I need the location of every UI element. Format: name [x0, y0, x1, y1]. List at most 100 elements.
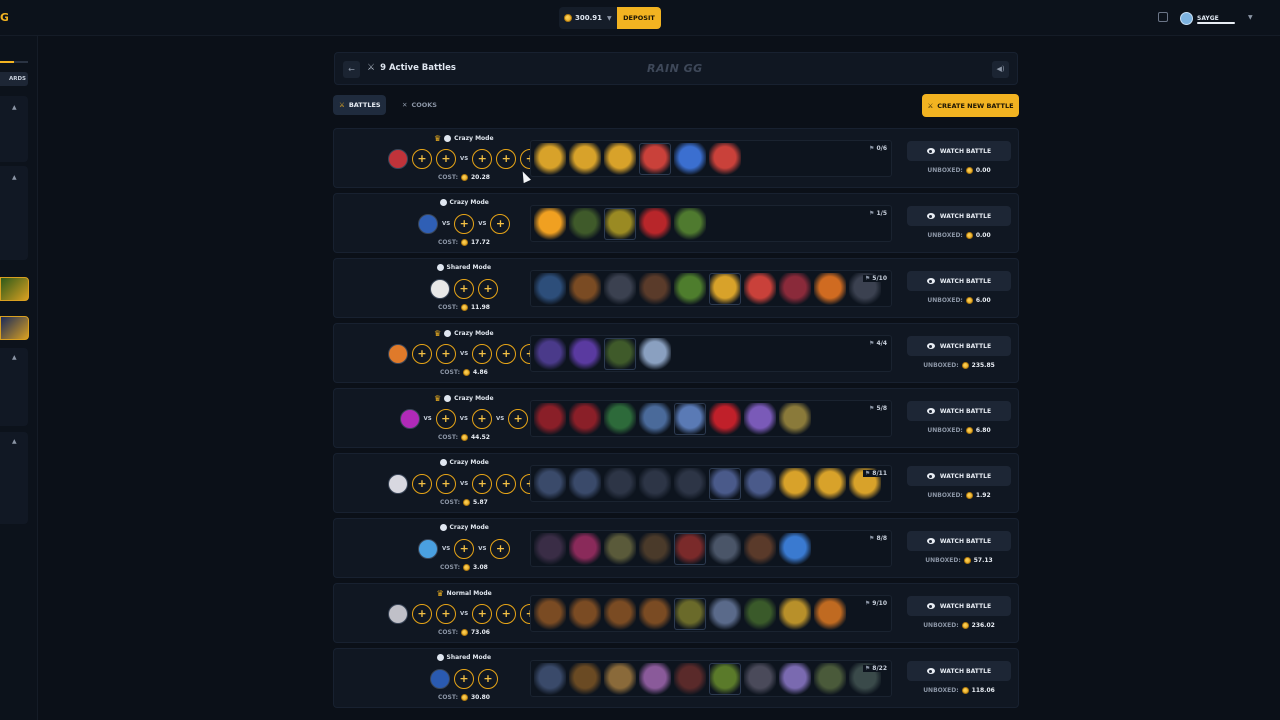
case-thumbnail[interactable] — [639, 663, 671, 695]
case-thumbnail[interactable] — [569, 143, 601, 175]
case-thumbnail[interactable] — [604, 468, 636, 500]
case-thumbnail[interactable] — [604, 143, 636, 175]
case-thumbnail[interactable] — [534, 663, 566, 695]
deposit-button[interactable]: DEPOSIT — [617, 7, 661, 29]
player-avatar[interactable] — [430, 669, 450, 689]
case-thumbnail[interactable] — [709, 403, 741, 435]
case-thumbnail[interactable] — [604, 598, 636, 630]
join-slot-button[interactable]: + — [454, 279, 474, 299]
case-thumbnail[interactable] — [709, 143, 741, 175]
join-slot-button[interactable]: + — [496, 149, 517, 169]
case-thumbnail[interactable] — [814, 273, 846, 305]
battle-row[interactable]: ♛Normal Mode ++VS+++ COST: 73.06 ⚑ 9/10 WATCH… — [333, 583, 1019, 643]
case-thumbnail[interactable] — [639, 273, 671, 305]
player-avatar[interactable] — [418, 539, 438, 559]
join-slot-button[interactable]: + — [454, 539, 475, 559]
join-slot-button[interactable]: + — [471, 409, 492, 429]
case-thumbnail[interactable] — [569, 533, 601, 565]
tab-cooks[interactable]: ✕ COOKS — [396, 95, 446, 115]
watch-battle-button[interactable]: WATCH BATTLE — [907, 596, 1011, 616]
case-thumbnail[interactable] — [674, 143, 706, 175]
battle-row[interactable]: Crazy Mode ++VS+++ COST: 5.87 ⚑ 8/11 WATCH BA… — [333, 453, 1019, 513]
case-thumbnail[interactable] — [709, 663, 741, 695]
notifications-icon[interactable] — [1158, 12, 1168, 22]
case-thumbnail[interactable] — [569, 468, 601, 500]
tab-battles[interactable]: ⚔ BATTLES — [333, 95, 386, 115]
join-slot-button[interactable]: + — [472, 604, 493, 624]
case-thumbnail[interactable] — [814, 663, 846, 695]
chevron-up-icon[interactable]: ▲ — [12, 354, 17, 361]
battle-row[interactable]: Crazy Mode VS + VS + COST: 17.72 ⚑ 1/5 WATCH BAT… — [333, 193, 1019, 253]
join-slot-button[interactable]: + — [436, 344, 456, 364]
battle-row[interactable]: ♛ Crazy Mode ++VS+++ COST: 4.86 ⚑ 4/4 WATCH BA… — [333, 323, 1019, 383]
site-logo[interactable]: G — [0, 11, 8, 23]
join-slot-button[interactable]: + — [472, 344, 493, 364]
join-slot-button[interactable]: + — [496, 344, 517, 364]
back-button[interactable]: ← — [343, 61, 360, 78]
case-thumbnail[interactable] — [639, 533, 671, 565]
watch-battle-button[interactable]: WATCH BATTLE — [907, 466, 1011, 486]
case-thumbnail[interactable] — [674, 663, 706, 695]
case-thumbnail[interactable] — [534, 598, 566, 630]
join-slot-button[interactable]: + — [412, 149, 432, 169]
case-thumbnail[interactable] — [709, 533, 741, 565]
join-slot-button[interactable]: + — [436, 474, 456, 494]
case-thumbnail[interactable] — [814, 468, 846, 500]
join-slot-button[interactable]: + — [490, 214, 511, 234]
case-thumbnail[interactable] — [674, 403, 706, 435]
case-thumbnail[interactable] — [744, 663, 776, 695]
join-slot-button[interactable]: + — [478, 669, 498, 689]
watch-battle-button[interactable]: WATCH BATTLE — [907, 206, 1011, 226]
case-thumbnail[interactable] — [674, 598, 706, 630]
case-thumbnail[interactable] — [534, 338, 566, 370]
join-slot-button[interactable]: + — [436, 149, 456, 169]
case-thumbnail[interactable] — [604, 208, 636, 240]
case-thumbnail[interactable] — [569, 598, 601, 630]
join-slot-button[interactable]: + — [436, 604, 456, 624]
join-slot-button[interactable]: + — [496, 604, 517, 624]
case-thumbnail[interactable] — [569, 273, 601, 305]
player-avatar[interactable] — [430, 279, 450, 299]
case-thumbnail[interactable] — [604, 338, 636, 370]
case-thumbnail[interactable] — [639, 208, 671, 240]
player-avatar[interactable] — [388, 149, 408, 169]
player-avatar[interactable] — [388, 604, 408, 624]
join-slot-button[interactable]: + — [490, 539, 511, 559]
sidebar-tab[interactable]: ARDS — [0, 72, 28, 86]
case-thumbnail[interactable] — [604, 663, 636, 695]
join-slot-button[interactable]: + — [412, 344, 432, 364]
watch-battle-button[interactable]: WATCH BATTLE — [907, 336, 1011, 356]
case-thumbnail[interactable] — [744, 273, 776, 305]
join-slot-button[interactable]: + — [478, 279, 498, 299]
player-avatar[interactable] — [388, 474, 408, 494]
join-slot-button[interactable]: + — [412, 604, 432, 624]
chevron-up-icon[interactable]: ▲ — [12, 174, 17, 181]
player-avatar[interactable] — [399, 409, 420, 429]
case-thumbnail[interactable] — [639, 468, 671, 500]
case-thumbnail[interactable] — [744, 468, 776, 500]
case-thumbnail[interactable] — [534, 208, 566, 240]
case-thumbnail[interactable] — [744, 533, 776, 565]
case-thumbnail[interactable] — [814, 598, 846, 630]
sound-toggle-button[interactable]: ◀) — [992, 61, 1009, 78]
player-avatar[interactable] — [388, 344, 408, 364]
case-thumbnail[interactable] — [569, 208, 601, 240]
case-thumbnail[interactable] — [534, 273, 566, 305]
battle-row[interactable]: Shared Mode + + COST: 11.98 ⚑ 5/10 WATCH BATTL… — [333, 258, 1019, 318]
watch-battle-button[interactable]: WATCH BATTLE — [907, 401, 1011, 421]
join-slot-button[interactable]: + — [412, 474, 432, 494]
join-slot-button[interactable]: + — [454, 669, 474, 689]
case-thumbnail[interactable] — [779, 403, 811, 435]
battle-row[interactable]: Shared Mode + + COST: 30.80 ⚑ 8/22 WATCH BATTL… — [333, 648, 1019, 708]
join-slot-button[interactable]: + — [508, 409, 529, 429]
battle-row[interactable]: ♛ Crazy Mode ++VS+++ COST: 20.28 ⚑ 0/6 WATCH B… — [333, 128, 1019, 188]
join-slot-button[interactable]: + — [496, 474, 517, 494]
case-thumbnail[interactable] — [534, 403, 566, 435]
watch-battle-button[interactable]: WATCH BATTLE — [907, 661, 1011, 681]
case-thumbnail[interactable] — [604, 273, 636, 305]
case-thumbnail[interactable] — [569, 403, 601, 435]
case-thumbnail[interactable] — [779, 533, 811, 565]
case-thumbnail[interactable] — [604, 403, 636, 435]
case-thumbnail[interactable] — [674, 273, 706, 305]
chevron-up-icon[interactable]: ▲ — [12, 104, 17, 111]
